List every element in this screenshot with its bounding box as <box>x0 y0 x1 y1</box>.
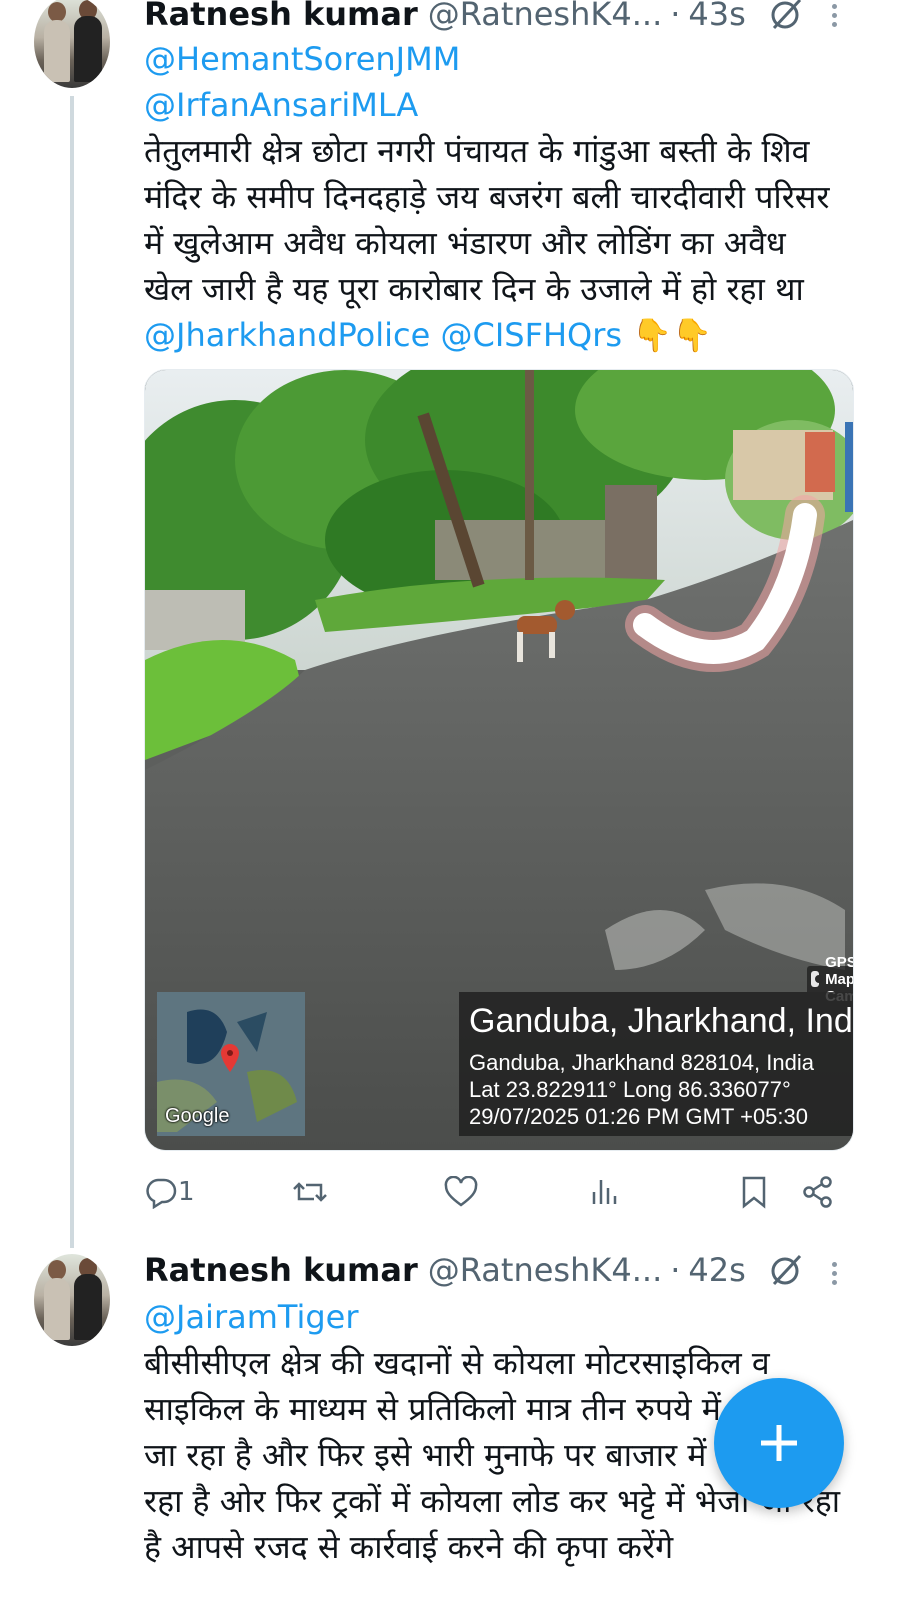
camera-icon <box>811 971 824 987</box>
mini-map: Google <box>157 992 305 1136</box>
tweet-photo[interactable]: GPS Map Camera Google Ganduba, Jharkhand… <box>144 369 854 1151</box>
tweet-1[interactable]: Ratnesh kumar @RatneshK4... · 43s @Heman… <box>0 0 899 1250</box>
thread-line <box>70 96 74 1248</box>
location-stamp: Ganduba, Jharkhand, India Ganduba, Jhark… <box>459 992 854 1136</box>
reply-icon <box>146 1178 177 1209</box>
more-options-icon[interactable] <box>826 0 842 30</box>
author-handle[interactable]: @RatneshK4... <box>428 0 662 33</box>
author-name[interactable]: Ratnesh kumar <box>144 1251 418 1289</box>
mention-link[interactable]: @HemantSorenJMM <box>144 36 864 82</box>
views-button[interactable] <box>590 1170 620 1214</box>
pointing-down-emoji: 👇👇 <box>632 316 712 354</box>
stamp-coords: Lat 23.822911° Long 86.336077° <box>469 1077 791 1102</box>
tweet-actions: 1 <box>144 1170 844 1214</box>
text-line: है आपसे रजद से कार्रवाई करने की कृपा करे… <box>144 1528 674 1566</box>
retweet-icon <box>293 1182 327 1202</box>
text-line: बीसीसीएल क्षेत्र की खदानों से कोयला मोटर… <box>144 1344 770 1382</box>
location-pin-icon <box>221 1044 239 1072</box>
more-options-icon[interactable] <box>826 1258 842 1288</box>
stamp-datetime: 29/07/2025 01:26 PM GMT +05:30 <box>469 1104 808 1129</box>
separator-dot: · <box>670 0 681 33</box>
like-icon <box>444 1176 478 1207</box>
text-line: मंदिर के समीप दिनदहाड़े जय बजरंग बली चार… <box>144 178 830 216</box>
share-button[interactable] <box>802 1170 834 1214</box>
mention-link[interactable]: @JairamTiger <box>144 1294 864 1340</box>
plus-icon <box>761 1425 797 1461</box>
tweet-text: @HemantSorenJMM @IrfanAnsariMLA तेतुलमार… <box>144 36 864 358</box>
text-line: में खुलेआम अवैध कोयला भंडारण और लोडिंग क… <box>144 224 786 262</box>
text-line: तेतुलमारी क्षेत्र छोटा नगरी पंचायत के गा… <box>144 132 810 170</box>
gps-camera-badge: GPS Map Camera <box>807 954 853 1005</box>
stamp-place: Ganduba, Jharkhand, India <box>469 1002 854 1040</box>
bookmark-button[interactable] <box>740 1170 768 1214</box>
stamp-address: Ganduba, Jharkhand 828104, India <box>469 1050 814 1075</box>
mention-links[interactable]: @JharkhandPolice @CISFHQrs <box>144 316 622 354</box>
bookmark-icon <box>742 1176 766 1209</box>
timestamp[interactable]: 43s <box>688 0 745 33</box>
google-watermark: Google <box>165 1105 230 1127</box>
author-name[interactable]: Ratnesh kumar <box>144 0 418 33</box>
timestamp[interactable]: 42s <box>688 1251 745 1289</box>
avatar[interactable] <box>34 1254 110 1346</box>
tweet-header: Ratnesh kumar @RatneshK4... · 42s <box>144 1250 804 1290</box>
tweet-header: Ratnesh kumar @RatneshK4... · 43s <box>144 0 804 34</box>
avatar[interactable] <box>34 0 110 88</box>
like-button[interactable] <box>444 1170 478 1214</box>
text-line: खेल जारी है यह पूरा कारोबार दिन के उजाले… <box>144 270 804 308</box>
separator-dot: · <box>670 1251 681 1289</box>
mention-link[interactable]: @IrfanAnsariMLA <box>144 82 864 128</box>
views-icon <box>592 1180 617 1204</box>
grok-icon[interactable] <box>768 1252 804 1288</box>
compose-button[interactable] <box>714 1378 844 1508</box>
reply-button[interactable]: 1 <box>144 1170 195 1214</box>
reply-count: 1 <box>178 1177 195 1207</box>
grok-icon[interactable] <box>768 0 804 32</box>
retweet-button[interactable] <box>292 1170 328 1214</box>
author-handle[interactable]: @RatneshK4... <box>428 1251 662 1289</box>
share-icon <box>803 1176 832 1208</box>
